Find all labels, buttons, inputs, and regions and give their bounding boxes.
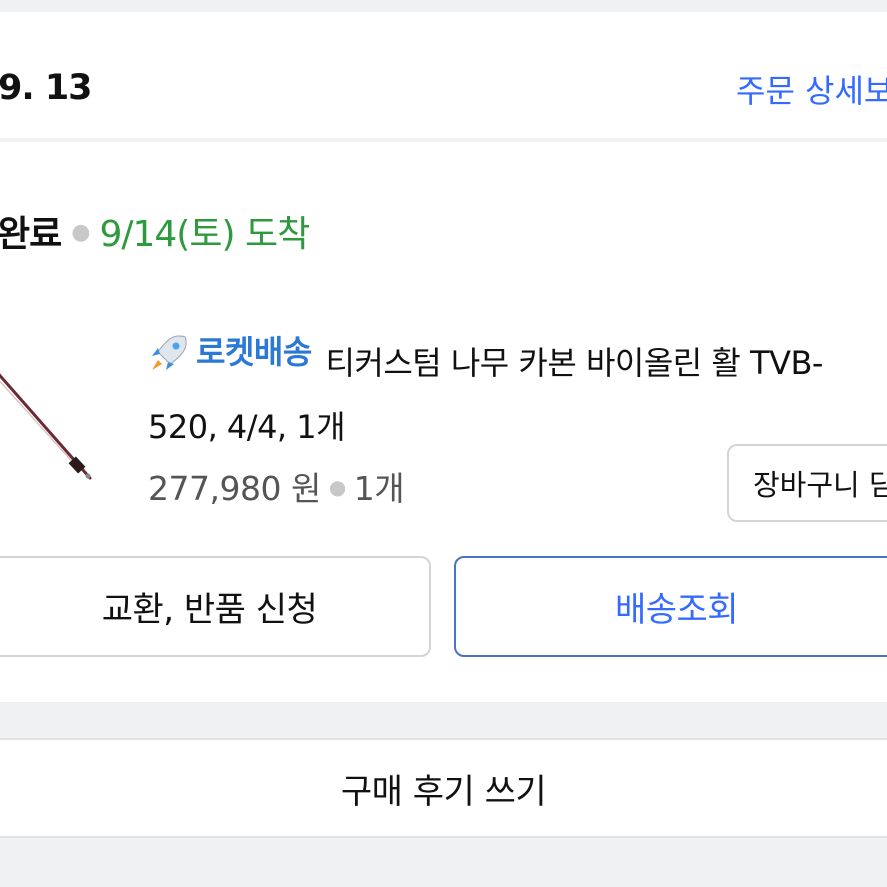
add-to-cart-button[interactable]: 장바구니 담기 [727,444,887,522]
product-thumbnail[interactable] [0,350,110,490]
track-delivery-button[interactable]: 배송조회 [454,556,887,657]
shipment-status-line: 완료 ● 9/14(토) 도착 [0,205,310,257]
rocket-delivery-badge: 로켓배송 [148,320,312,384]
order-detail-link[interactable]: 주문 상세보기 [736,66,887,112]
product-title[interactable]: 로켓배송 티커스텀 나무 카본 바이올린 활 TVB- 520, 4/4, 1개 [148,320,887,459]
arrival-date: 9/14(토) 도착 [99,214,310,255]
delivery-status: 완료 [0,214,62,255]
price-line: 277,980 원 ● 1개 [148,462,405,510]
order-page: 9. 13 주문 상세보기 완료 ● 9/14(토) 도착 로켓배송 티커스텀 나무… [0,0,887,887]
order-date: 9. 13 [0,68,93,108]
product-quantity: 1개 [353,469,405,508]
separator-dot: ● [328,475,346,499]
separator-dot: ● [71,220,90,245]
rocket-delivery-label: 로켓배송 [196,333,312,371]
product-title-line1: 티커스텀 나무 카본 바이올린 활 TVB- [325,344,823,382]
rocket-icon [152,335,187,370]
write-review-button[interactable]: 구매 후기 쓰기 [0,738,887,838]
exchange-return-button[interactable]: 교환, 반품 신청 [0,556,431,657]
order-header: 9. 13 주문 상세보기 [0,12,887,138]
product-price: 277,980 원 [148,469,321,508]
product-title-line2: 520, 4/4, 1개 [148,408,346,446]
